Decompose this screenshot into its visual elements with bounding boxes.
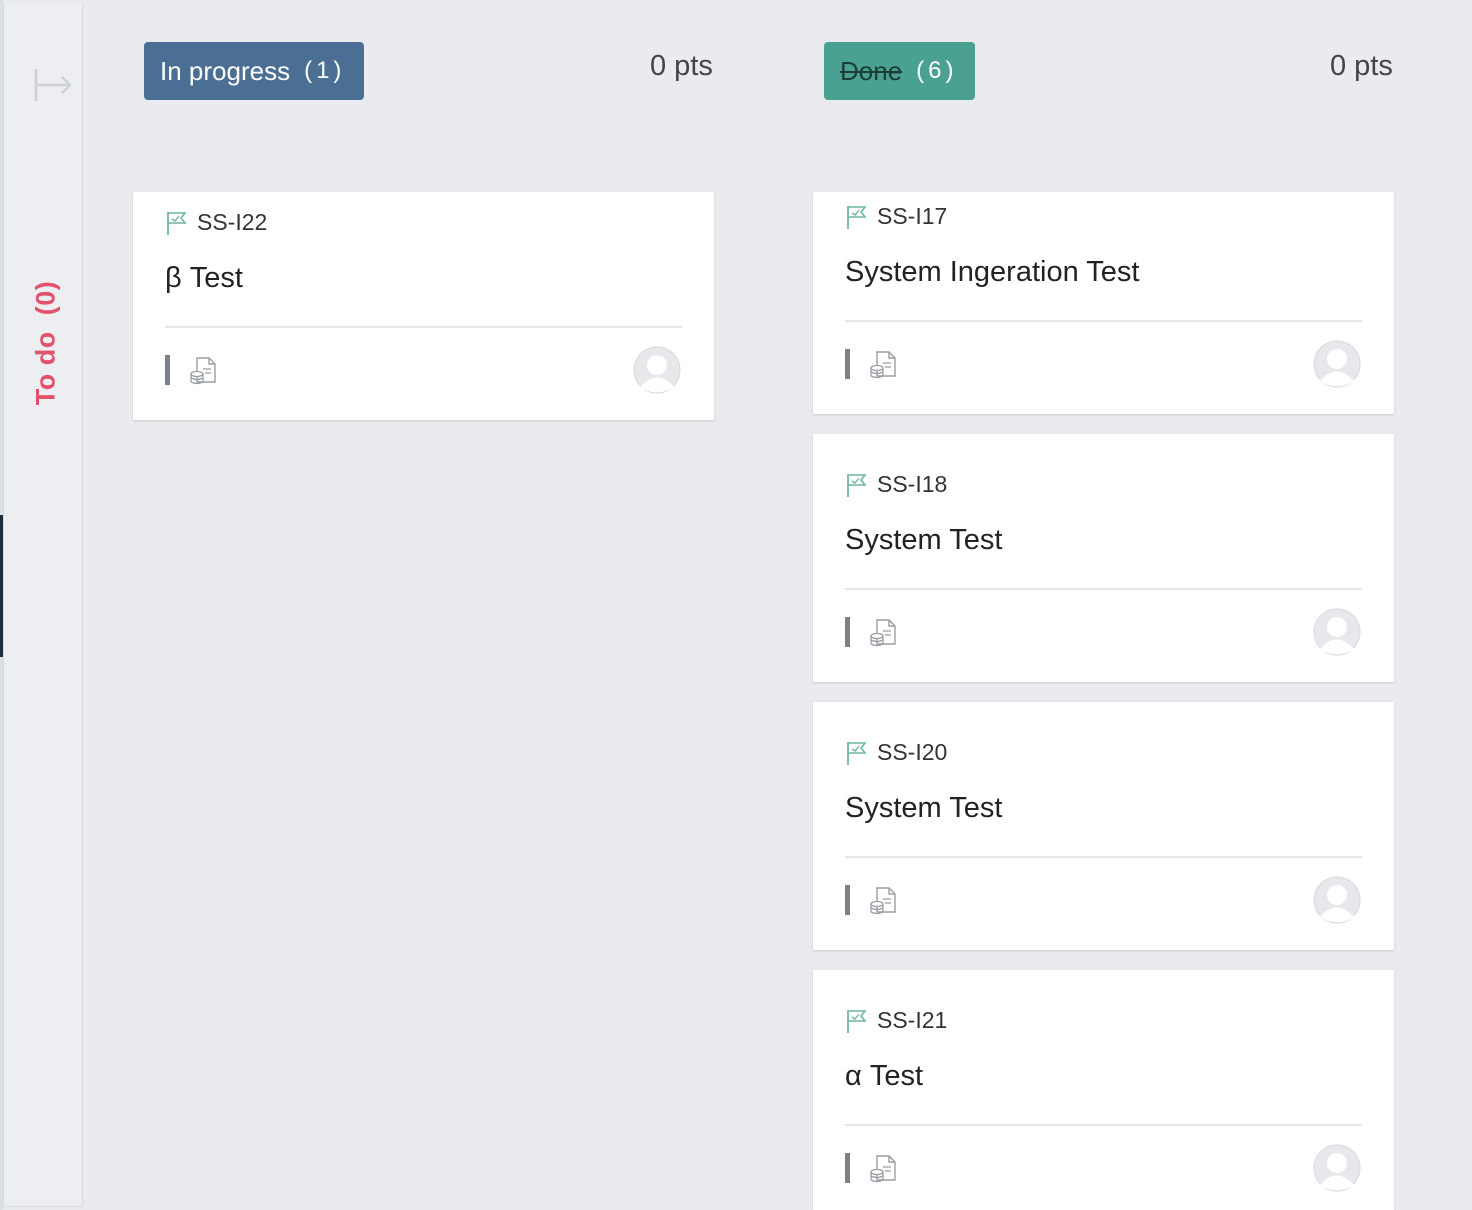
document-icon[interactable] bbox=[869, 1153, 899, 1183]
flag-icon bbox=[847, 1009, 867, 1033]
card-id-row: SS-I18 bbox=[845, 471, 947, 498]
in-progress-label: In progress bbox=[160, 55, 291, 86]
done-count: (6) bbox=[916, 57, 958, 84]
priority-indicator bbox=[845, 617, 850, 647]
document-icon[interactable] bbox=[869, 349, 899, 379]
card-ss-i22[interactable]: SS-I22 β Test bbox=[133, 192, 714, 420]
todo-count: (0) bbox=[30, 280, 61, 316]
avatar-icon[interactable] bbox=[1313, 608, 1361, 656]
todo-column-collapsed[interactable]: To do (0) bbox=[3, 3, 83, 1207]
priority-indicator bbox=[845, 349, 850, 379]
document-icon[interactable] bbox=[869, 885, 899, 915]
card-id-row: SS-I21 bbox=[845, 1007, 947, 1034]
document-icon[interactable] bbox=[869, 617, 899, 647]
card-ss-i18[interactable]: SS-I18 System Test bbox=[813, 434, 1394, 682]
todo-label-text: To do bbox=[30, 331, 61, 406]
avatar-icon[interactable] bbox=[1313, 1144, 1361, 1192]
priority-indicator bbox=[845, 1153, 850, 1183]
done-label: Done bbox=[840, 55, 903, 86]
in-progress-points: 0 pts bbox=[650, 50, 713, 82]
card-divider bbox=[845, 320, 1362, 322]
card-id[interactable]: SS-I21 bbox=[877, 1007, 947, 1034]
card-title[interactable]: System Test bbox=[845, 524, 1002, 557]
card-id-row: SS-I22 bbox=[165, 209, 267, 236]
card-divider bbox=[845, 588, 1362, 590]
avatar-icon[interactable] bbox=[633, 346, 681, 394]
card-ss-i21[interactable]: SS-I21 α Test bbox=[813, 970, 1394, 1210]
flag-icon bbox=[167, 211, 187, 235]
card-divider bbox=[845, 1124, 1362, 1126]
document-icon[interactable] bbox=[189, 355, 219, 385]
card-divider bbox=[845, 856, 1362, 858]
expand-column-icon[interactable] bbox=[32, 65, 76, 105]
card-id-row: SS-I20 bbox=[845, 739, 947, 766]
card-id[interactable]: SS-I17 bbox=[877, 203, 947, 230]
avatar-icon[interactable] bbox=[1313, 340, 1361, 388]
status-pill-done[interactable]: Done (6) bbox=[824, 42, 975, 100]
card-id[interactable]: SS-I20 bbox=[877, 739, 947, 766]
priority-indicator bbox=[845, 885, 850, 915]
card-id[interactable]: SS-I22 bbox=[197, 209, 267, 236]
card-title[interactable]: β Test bbox=[165, 262, 243, 295]
card-title[interactable]: System Test bbox=[845, 792, 1002, 825]
done-points: 0 pts bbox=[1330, 50, 1393, 82]
card-title[interactable]: System Ingeration Test bbox=[845, 256, 1139, 289]
in-progress-count: (1) bbox=[304, 57, 346, 84]
card-divider bbox=[165, 326, 682, 328]
avatar-icon[interactable] bbox=[1313, 876, 1361, 924]
card-id[interactable]: SS-I18 bbox=[877, 471, 947, 498]
flag-icon bbox=[847, 473, 867, 497]
card-ss-i20[interactable]: SS-I20 System Test bbox=[813, 702, 1394, 950]
card-ss-i17[interactable]: SS-I17 System Ingeration Test bbox=[813, 192, 1394, 414]
priority-indicator bbox=[165, 355, 170, 385]
flag-icon bbox=[847, 741, 867, 765]
flag-icon bbox=[847, 205, 867, 229]
todo-column-title[interactable]: To do (0) bbox=[31, 281, 62, 405]
status-pill-in-progress[interactable]: In progress (1) bbox=[144, 42, 364, 100]
card-id-row: SS-I17 bbox=[845, 203, 947, 230]
card-title[interactable]: α Test bbox=[845, 1060, 923, 1093]
